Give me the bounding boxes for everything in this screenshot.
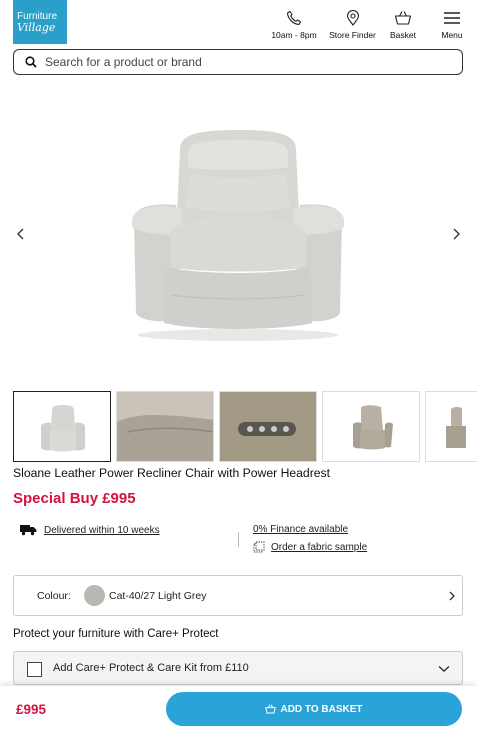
phone-icon bbox=[286, 10, 302, 26]
thumbnail-front-view[interactable] bbox=[13, 391, 111, 462]
care-protect-heading: Protect your furniture with Care+ Protec… bbox=[13, 628, 219, 640]
thumbnail-angle-view[interactable] bbox=[322, 391, 420, 462]
hours-label: 10am - 8pm bbox=[271, 30, 317, 40]
chevron-right-icon bbox=[449, 591, 455, 601]
store-finder-label: Store Finder bbox=[329, 30, 376, 40]
delivery-info: Delivered within 10 weeks bbox=[20, 524, 160, 536]
logo-line1: Furniture bbox=[17, 10, 58, 22]
care-protect-option[interactable]: Add Care+ Protect & Care Kit from £110 bbox=[13, 651, 463, 685]
menu-label: Menu bbox=[441, 30, 463, 40]
care-protect-label: Add Care+ Protect & Care Kit from £110 bbox=[53, 662, 249, 674]
thumbnail-arm-image bbox=[117, 392, 213, 461]
site-header: Furniture Village 10am - 8pm Store Finde… bbox=[0, 0, 477, 46]
colour-swatch bbox=[84, 585, 105, 606]
location-pin-icon bbox=[346, 10, 359, 26]
colour-selector[interactable]: Colour: Cat-40/27 Light Grey bbox=[13, 575, 463, 616]
brand-logo[interactable]: Furniture Village bbox=[13, 0, 67, 44]
colour-value: Cat-40/27 Light Grey bbox=[109, 590, 207, 602]
basket-link[interactable]: Basket bbox=[384, 10, 422, 40]
product-main-image[interactable] bbox=[0, 95, 477, 380]
colour-label: Colour: bbox=[37, 590, 71, 602]
thumbnail-side-view[interactable] bbox=[425, 391, 477, 462]
delivery-link[interactable]: Delivered within 10 weeks bbox=[44, 525, 160, 536]
search-input[interactable] bbox=[45, 55, 425, 69]
delivery-truck-icon bbox=[20, 525, 37, 536]
thumbnail-angled-chair-image bbox=[353, 405, 393, 450]
add-to-basket-label: ADD TO BASKET bbox=[280, 703, 363, 715]
finance-link[interactable]: 0% Finance available bbox=[253, 524, 348, 535]
add-to-basket-button[interactable]: ADD TO BASKET bbox=[166, 692, 462, 726]
basket-label: Basket bbox=[390, 30, 416, 40]
fabric-sample-link[interactable]: Order a fabric sample bbox=[271, 542, 367, 553]
thumbnail-strip bbox=[13, 391, 477, 462]
thumbnail-side-chair-image bbox=[446, 406, 466, 448]
sticky-price: £995 bbox=[16, 702, 47, 717]
fabric-swatch-icon bbox=[253, 541, 265, 553]
store-finder-link[interactable]: Store Finder bbox=[325, 10, 380, 40]
recliner-chair-image bbox=[132, 130, 344, 341]
basket-icon bbox=[265, 704, 277, 714]
sticky-buy-bar: £995 ADD TO BASKET bbox=[0, 686, 477, 738]
care-protect-checkbox[interactable] bbox=[27, 662, 42, 677]
chevron-right-icon[interactable] bbox=[449, 227, 463, 241]
product-price: Special Buy £995 bbox=[13, 490, 136, 507]
chevron-down-icon[interactable] bbox=[437, 664, 451, 674]
menu-button[interactable]: Menu bbox=[436, 10, 468, 40]
hamburger-menu-icon bbox=[444, 12, 460, 24]
opening-hours-link[interactable]: 10am - 8pm bbox=[268, 10, 320, 40]
thumbnail-arm-detail[interactable] bbox=[116, 391, 214, 462]
product-title: Sloane Leather Power Recliner Chair with… bbox=[13, 466, 331, 480]
thumbnail-chair-image bbox=[41, 405, 85, 452]
logo-line2: Village bbox=[17, 20, 56, 34]
fabric-sample: Order a fabric sample bbox=[253, 541, 367, 553]
basket-icon bbox=[394, 11, 412, 25]
chevron-left-icon[interactable] bbox=[14, 227, 28, 241]
search-icon bbox=[25, 56, 37, 68]
search-bar[interactable] bbox=[13, 49, 463, 75]
thumbnail-control-panel[interactable] bbox=[219, 391, 317, 462]
info-divider bbox=[238, 532, 239, 547]
thumbnail-controls-image bbox=[220, 392, 316, 461]
